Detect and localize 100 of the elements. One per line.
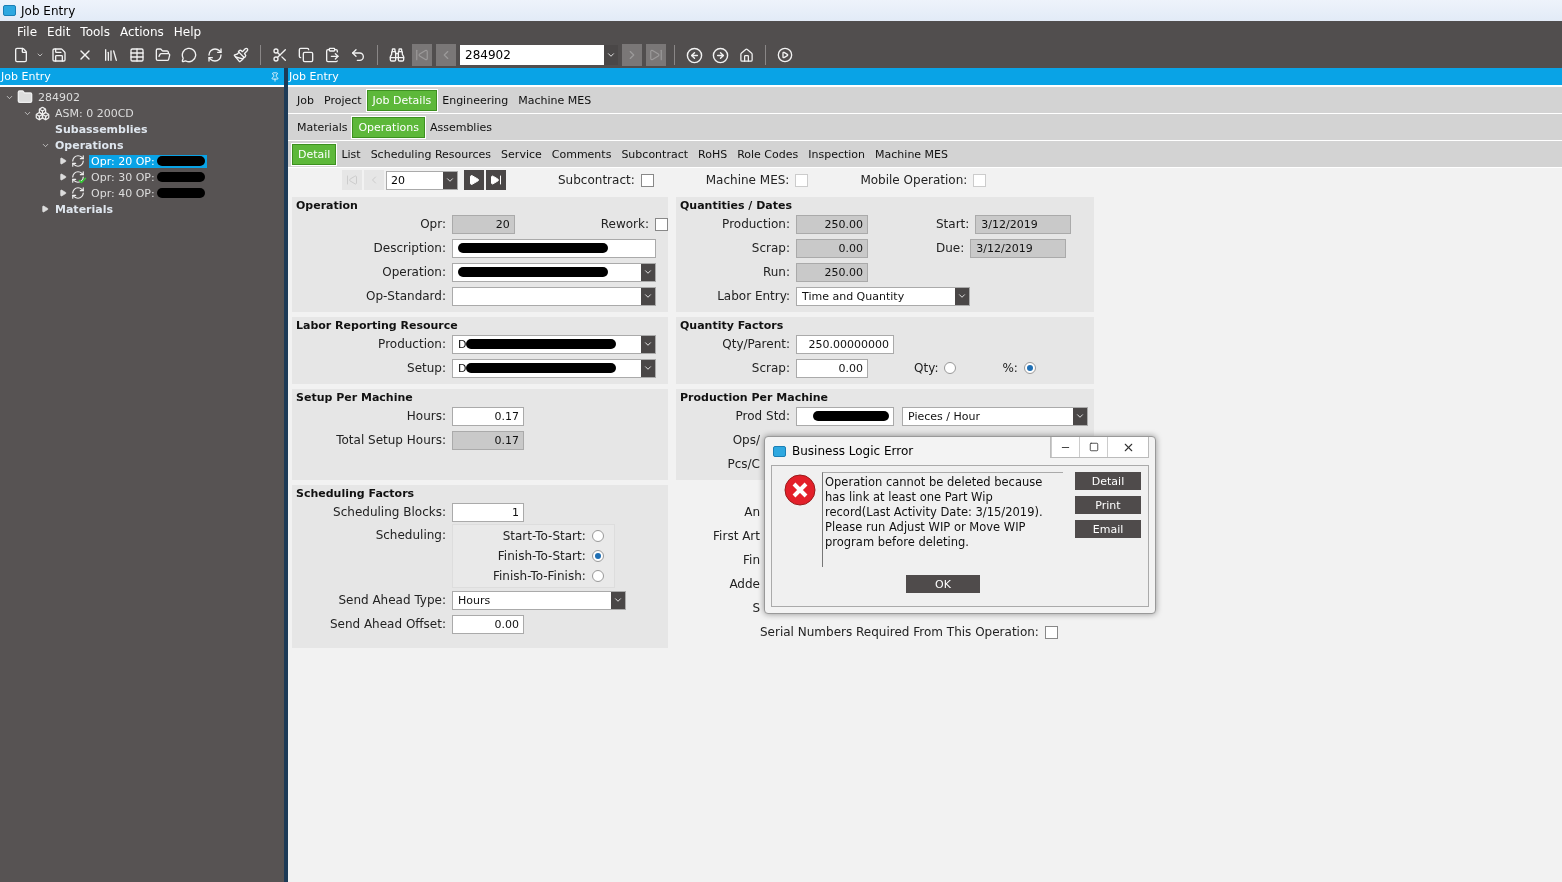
field-label: Adde — [728, 577, 760, 591]
radio-label: Finish-To-Finish: — [493, 569, 586, 583]
field-label: Production: — [721, 217, 790, 231]
tab[interactable]: Engineering — [437, 90, 514, 110]
tab[interactable]: Job — [292, 90, 319, 110]
last-record-icon[interactable] — [486, 170, 506, 190]
dropdown-field[interactable]: D — [452, 358, 656, 378]
operation-dropdown[interactable]: 20 — [386, 170, 458, 190]
field-label: Subcontract: — [558, 173, 635, 187]
menu-item[interactable]: Help — [168, 24, 207, 39]
field-label: Rework: — [600, 217, 649, 231]
checkbox[interactable] — [1044, 625, 1058, 639]
field-label: An — [743, 505, 760, 519]
tree-item[interactable]: Operations — [53, 138, 126, 152]
tab[interactable]: Comments — [546, 144, 617, 164]
field-label: Pcs/C — [726, 457, 760, 471]
radio-button[interactable] — [591, 570, 604, 582]
input-field[interactable] — [452, 238, 656, 258]
tab[interactable]: List — [336, 144, 366, 164]
tab[interactable]: RoHS — [693, 144, 733, 164]
checkbox[interactable] — [655, 217, 668, 231]
dialog-button[interactable]: Detail — [1075, 472, 1141, 490]
field-label: Ops/ — [731, 433, 760, 447]
dropdown-field[interactable]: D — [452, 334, 656, 354]
input-field[interactable] — [796, 406, 894, 426]
error-icon — [784, 474, 816, 506]
radio-label: Start-To-Start: — [502, 529, 586, 543]
collapsed-arrow-icon[interactable] — [58, 157, 68, 165]
input-field[interactable]: 0.00 — [796, 238, 868, 258]
field-label: Scheduling Blocks: — [332, 505, 446, 519]
boxes-icon — [35, 105, 50, 121]
field-label: S — [751, 601, 760, 615]
menu-item[interactable]: Actions — [114, 24, 169, 39]
tab[interactable]: Role Codes — [732, 144, 804, 164]
next-record-icon[interactable] — [464, 170, 484, 190]
radio-button[interactable] — [1023, 362, 1036, 374]
tree-item[interactable]: Materials — [53, 202, 116, 216]
tab[interactable]: Machine MES — [870, 144, 954, 164]
input-field[interactable]: 3/12/2019 — [970, 238, 1067, 258]
ok-button[interactable]: OK — [906, 575, 980, 593]
pane-title: Job Entry — [1, 70, 51, 83]
tab[interactable]: Subcontract — [616, 144, 693, 164]
dropdown-field[interactable]: Pieces / Hour — [902, 406, 1088, 426]
collapsed-arrow-icon[interactable] — [58, 173, 68, 181]
dropdown-field[interactable] — [452, 262, 656, 282]
tab[interactable]: Inspection — [803, 144, 871, 164]
tab[interactable]: Materials — [292, 117, 353, 137]
input-field[interactable]: 1 — [452, 502, 524, 522]
dropdown-field[interactable] — [452, 286, 656, 306]
tree-item[interactable]: ASM: 0 200CD — [53, 106, 136, 120]
section-title: Scheduling Factors — [296, 488, 416, 500]
input-field[interactable]: 0.00 — [796, 358, 868, 378]
tab[interactable]: Assemblies — [424, 117, 497, 137]
app-icon — [3, 5, 16, 16]
input-field[interactable]: 250.00000000 — [796, 334, 894, 354]
checkbox[interactable] — [640, 173, 654, 187]
menu-item[interactable]: Tools — [75, 24, 115, 39]
tab[interactable]: Project — [318, 90, 367, 110]
field-label: Prod Std: — [734, 409, 790, 423]
input-field[interactable]: 3/12/2019 — [975, 214, 1072, 234]
radio-button[interactable] — [591, 550, 604, 562]
field-label: Send Ahead Offset: — [328, 617, 446, 631]
section-title: Operation — [296, 200, 359, 212]
field-label: Due: — [936, 241, 965, 255]
dropdown-field[interactable]: Time and Quantity — [796, 286, 970, 306]
tab[interactable]: Machine MES — [513, 90, 597, 110]
menu-item[interactable]: File — [12, 24, 43, 39]
input-field[interactable]: 0.00 — [452, 614, 524, 634]
tab[interactable]: Scheduling Resources — [365, 144, 497, 164]
dialog-button[interactable]: Email — [1075, 520, 1141, 538]
field-label: Send Ahead Type: — [337, 593, 446, 607]
field-label: Labor Entry: — [716, 289, 790, 303]
tree-item[interactable]: Opr: 40 OP: — [89, 186, 207, 200]
section-title: Setup Per Machine — [296, 392, 414, 404]
field-label: Operation: — [381, 265, 446, 279]
input-field[interactable]: 250.00 — [796, 214, 868, 234]
collapsed-arrow-icon[interactable] — [40, 205, 50, 213]
input-field[interactable]: 20 — [452, 214, 515, 234]
menu-item[interactable]: Edit — [42, 24, 76, 39]
folder-icon — [17, 89, 33, 105]
error-message: Operation cannot be deleted because has link at least one Part Wip record(Last Activity Date: 3/15/2019). Please run Adjust WIP or Move WIP program before deleting. — [822, 472, 1063, 567]
tree-item[interactable]: 284902 — [36, 90, 82, 104]
tab[interactable]: Service — [496, 144, 547, 164]
field-label: Mobile Operation: — [860, 173, 968, 187]
tree-item[interactable]: Subassemblies — [53, 122, 150, 136]
field-label: Machine MES: — [705, 173, 790, 187]
collapsed-arrow-icon[interactable] — [58, 189, 68, 197]
field-label: Setup: — [406, 361, 446, 375]
input-field[interactable]: 0.17 — [452, 406, 524, 426]
tree-item[interactable]: Opr: 30 OP: — [89, 170, 207, 184]
radio-button[interactable] — [944, 362, 957, 374]
radio-button[interactable] — [591, 530, 604, 542]
field-label: %: — [1002, 361, 1018, 375]
dropdown-field[interactable]: Hours — [452, 590, 626, 610]
field-label: Description: — [372, 241, 446, 255]
dialog-button[interactable]: Print — [1075, 496, 1141, 514]
input-field[interactable]: 250.00 — [796, 262, 868, 282]
field-label: Start: — [936, 217, 970, 231]
job-number-dropdown[interactable]: 284902 — [460, 45, 618, 65]
input-field[interactable]: 0.17 — [452, 430, 524, 450]
